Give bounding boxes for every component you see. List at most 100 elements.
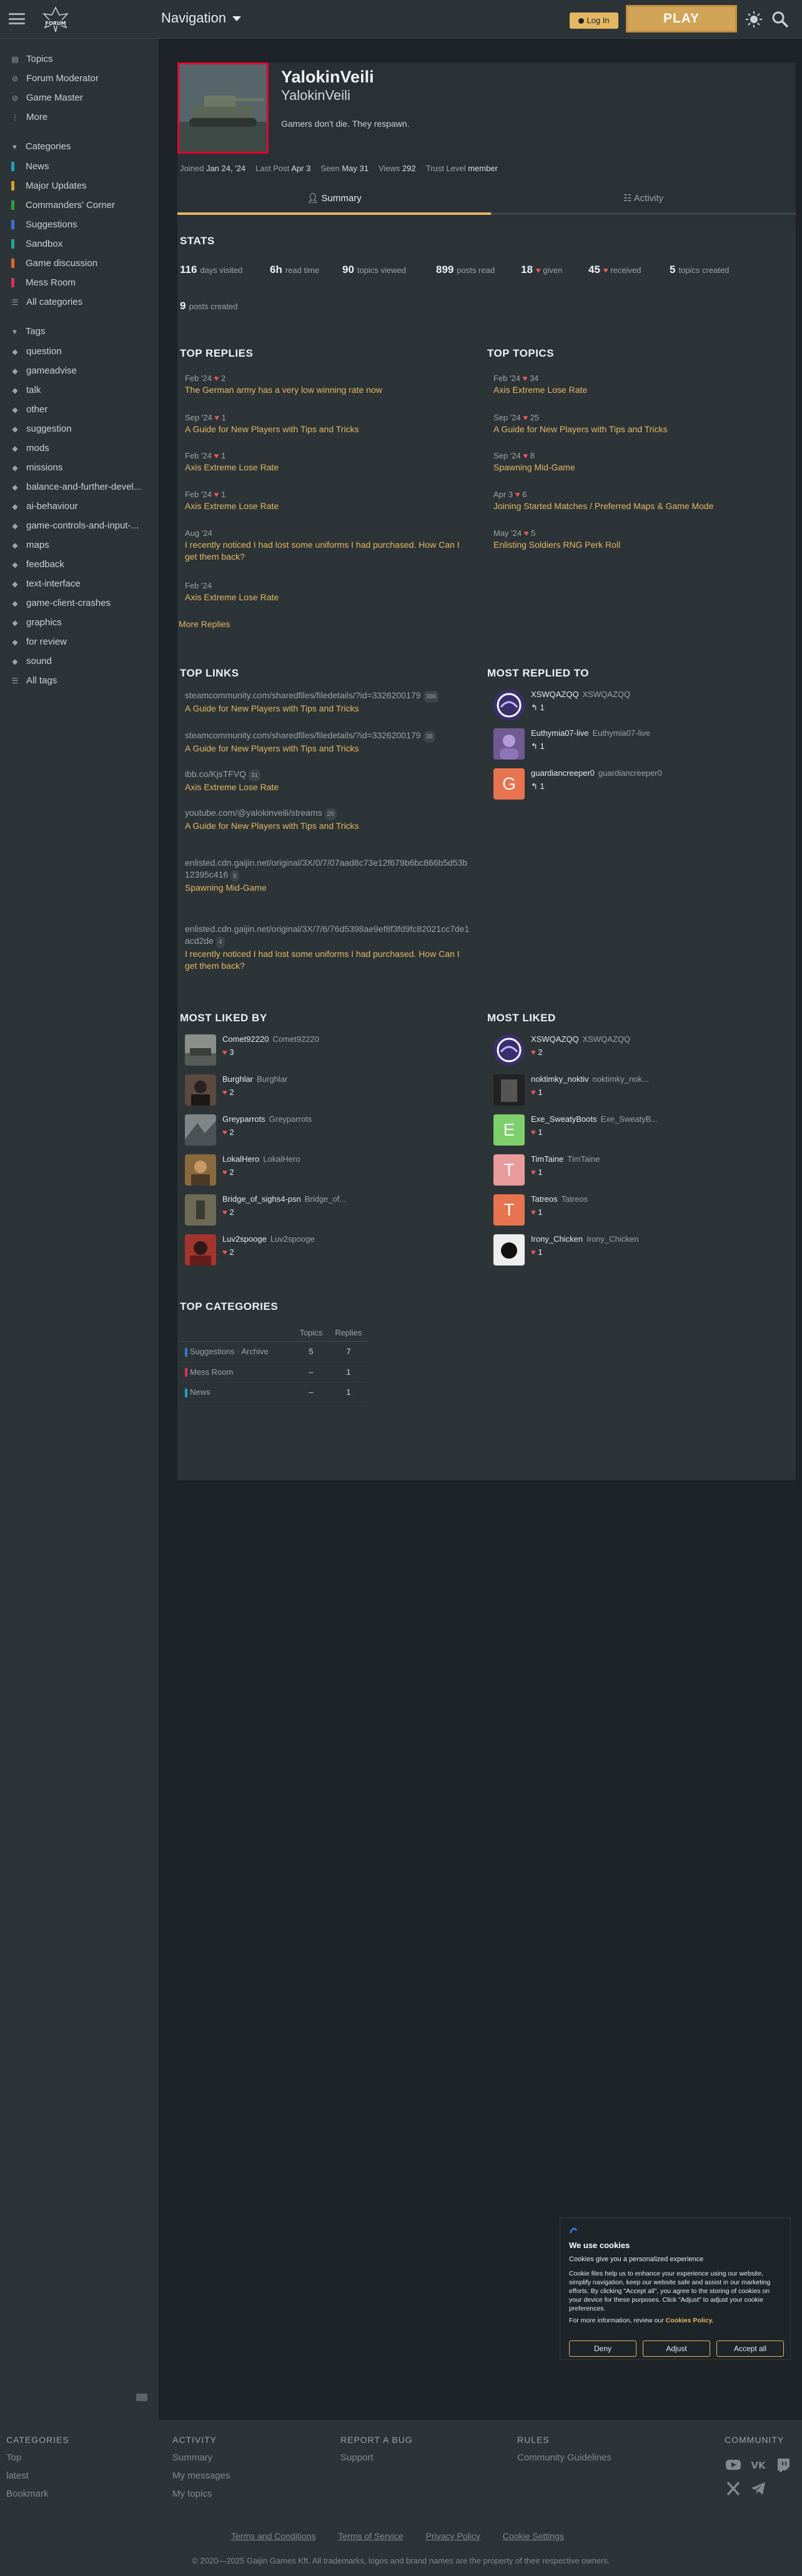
reply-item[interactable]: Aug '24 I recently noticed I had lost som… (185, 527, 472, 563)
footer-link-summary[interactable]: Summary (172, 2452, 230, 2463)
terms-service-link[interactable]: Terms of Service (338, 2531, 403, 2541)
sidebar-tag-missions[interactable]: ◆ missions (11, 462, 62, 473)
user-row[interactable]: noktimky_noktiv noktimky_nok... ♥ 1 (493, 1074, 649, 1106)
sidebar-item-game-master[interactable]: ⊘ Game Master (11, 92, 83, 103)
sidebar-item-game-discussion[interactable]: Game discussion (11, 258, 97, 269)
cookie-adjust-button[interactable]: Adjust (643, 2341, 710, 2357)
link-item[interactable]: steamcommunity.com/sharedfiles/filedetai… (185, 730, 472, 755)
theme-toggle-icon[interactable] (745, 11, 763, 28)
link-item[interactable]: ibb.co/KjsTFVQ 31 Axis Extreme Lose Rate (185, 768, 472, 793)
user-row[interactable]: T TimTaine TimTaine ♥ 1 (493, 1154, 600, 1186)
sidebar-tag-suggestion[interactable]: ◆ suggestion (11, 424, 71, 434)
sidebar-tag-game-client-crashes[interactable]: ◆ game-client-crashes (11, 598, 111, 608)
youtube-icon[interactable] (725, 2456, 742, 2474)
sidebar-tag-game-controls[interactable]: ◆ game-controls-and-input-... (11, 520, 139, 531)
footer-link-guidelines[interactable]: Community Guidelines (517, 2452, 611, 2463)
more-replies-link[interactable]: More Replies (179, 618, 230, 630)
topic-item[interactable]: Apr 3 ♥ 6 Joining Started Matches / Prefe… (493, 488, 781, 512)
keyboard-shortcuts-icon[interactable] (136, 2394, 147, 2401)
sidebar-tag-mods[interactable]: ◆ mods (11, 443, 49, 453)
table-row[interactable]: Suggestions · Archive 5 7 (180, 1341, 367, 1362)
forum-logo[interactable]: FORUM (39, 5, 72, 34)
footer-link-latest[interactable]: latest (6, 2470, 69, 2481)
footer-link-topics[interactable]: My topics (172, 2489, 230, 2499)
sidebar-item-mess-room[interactable]: Mess Room (11, 277, 76, 288)
topic-item[interactable]: May '24 ♥ 5 Enlisting Soldiers RNG Perk R… (493, 527, 781, 551)
cookie-policy-link[interactable]: Cookies Policy. (666, 2317, 714, 2324)
sidebar-tag-balance[interactable]: ◆ balance-and-further-devel... (11, 482, 141, 492)
user-row[interactable]: Comet92220 Comet92220 ♥ 3 (185, 1034, 319, 1066)
footer-link-top[interactable]: Top (6, 2452, 69, 2463)
sidebar-tag-maps[interactable]: ◆ maps (11, 540, 49, 550)
topic-item[interactable]: Feb '24 ♥ 34 Axis Extreme Lose Rate (493, 372, 781, 396)
user-row[interactable]: Irony_Chicken Irony_Chicken ♥ 1 (493, 1234, 638, 1266)
reply-item[interactable]: Sep '24 ♥ 1A Guide for New Players with … (185, 412, 472, 435)
link-item[interactable]: youtube.com/@yalokinveili/streams 20 A Gui… (185, 807, 472, 832)
sidebar-item-news[interactable]: News (11, 161, 49, 172)
sidebar-categories-header[interactable]: ▼ Categories (11, 141, 71, 152)
footer-link-messages[interactable]: My messages (172, 2470, 230, 2481)
sidebar-item-forum-moderator[interactable]: ⊘ Forum Moderator (11, 73, 99, 84)
privacy-policy-link[interactable]: Privacy Policy (426, 2531, 480, 2541)
avatar (185, 1114, 216, 1146)
sidebar-all-tags[interactable]: ☰ All tags (11, 675, 57, 686)
user-row[interactable]: XSWQAZQQ XSWQAZQQ ↰ 1 (493, 690, 630, 721)
user-row[interactable]: G guardiancreeper0 guardiancreeper0 ↰ 1 (493, 768, 662, 800)
sidebar-tag-question[interactable]: ◆ question (11, 346, 61, 357)
sidebar-item-major-updates[interactable]: Major Updates (11, 181, 87, 191)
sidebar-tag-for-review[interactable]: ◆ for review (11, 637, 67, 647)
terms-conditions-link[interactable]: Terms and Conditions (231, 2531, 315, 2541)
tab-summary[interactable]: 👤︎ Summary (177, 187, 491, 215)
user-row[interactable]: T Tatreos Tatreos ♥ 1 (493, 1194, 588, 1226)
sidebar-item-suggestions[interactable]: Suggestions (11, 219, 77, 230)
user-row[interactable]: Euthymia07-live Euthymia07-live ↰ 1 (493, 728, 650, 760)
twitch-icon[interactable] (775, 2456, 792, 2474)
table-row[interactable]: Mess Room –1 (180, 1362, 367, 1383)
search-icon[interactable] (771, 11, 789, 28)
user-row[interactable]: Bridge_of_sighs4-psn Bridge_of... ♥ 2 (185, 1194, 346, 1226)
navigation-dropdown[interactable]: Navigation (161, 10, 241, 26)
footer-link-bookmark[interactable]: Bookmark (6, 2489, 69, 2499)
telegram-icon[interactable] (750, 2480, 767, 2497)
sidebar-tag-text-interface[interactable]: ◆ text-interface (11, 578, 80, 589)
cookie-accept-button[interactable]: Accept all (716, 2341, 784, 2357)
sidebar-tag-talk[interactable]: ◆ talk (11, 385, 41, 395)
sidebar-item-more[interactable]: ⋮ More (11, 112, 47, 122)
link-item[interactable]: steamcommunity.com/sharedfiles/filedetai… (185, 690, 472, 715)
login-button[interactable]: Log In (570, 12, 618, 29)
cookie-deny-button[interactable]: Deny (569, 2341, 636, 2357)
tab-activity[interactable]: ☷ Activity (491, 187, 796, 215)
user-row[interactable]: Burghlar Burghlar ♥ 2 (185, 1074, 287, 1106)
x-icon[interactable] (725, 2480, 742, 2497)
hamburger-menu-button[interactable] (9, 11, 25, 26)
topic-item[interactable]: Sep '24 ♥ 25 A Guide for New Players with… (493, 412, 781, 435)
reply-item[interactable]: Feb '24 ♥ 2 The German army has a very lo… (185, 372, 472, 396)
sidebar-item-all-categories[interactable]: ☰ All categories (11, 297, 82, 307)
user-row[interactable]: LokalHero LokalHero ♥ 2 (185, 1154, 300, 1186)
user-row[interactable]: XSWQAZQQ XSWQAZQQ ♥ 2 (493, 1034, 630, 1066)
reply-item[interactable]: Feb '24 ♥ 1 Axis Extreme Lose Rate (185, 488, 472, 512)
cookie-settings-link[interactable]: Cookie Settings (503, 2531, 564, 2541)
play-button[interactable]: PLAY (626, 5, 737, 32)
vk-icon[interactable]: VK (750, 2456, 767, 2474)
sidebar-tag-graphics[interactable]: ◆ graphics (11, 617, 61, 628)
sidebar-tags-header[interactable]: ▼ Tags (11, 326, 46, 337)
sidebar-item-topics[interactable]: ▤ Topics (11, 54, 52, 64)
reply-item[interactable]: Feb '24 ♥ 1 Axis Extreme Lose Rate (185, 450, 472, 473)
topic-item[interactable]: Sep '24 ♥ 8 Spawning Mid-Game (493, 450, 781, 473)
sidebar-tag-other[interactable]: ◆ other (11, 404, 47, 415)
table-row[interactable]: News –1 (180, 1382, 367, 1403)
sidebar-tag-sound[interactable]: ◆ sound (11, 656, 52, 666)
user-row[interactable]: E Exe_SweatyBoots Exe_SweatyB... ♥ 1 (493, 1114, 658, 1146)
link-item[interactable]: enlisted.cdn.gaijin.net/original/3X/7/6/… (185, 923, 472, 972)
footer-link-support[interactable]: Support (340, 2452, 413, 2463)
link-item[interactable]: enlisted.cdn.gaijin.net/original/3X/0/7/… (185, 857, 472, 894)
sidebar-tag-ai-behaviour[interactable]: ◆ ai-behaviour (11, 501, 77, 512)
user-row[interactable]: Luv2spooge Luv2spooge ♥ 2 (185, 1234, 315, 1266)
sidebar-tag-feedback[interactable]: ◆ feedback (11, 559, 64, 570)
sidebar-item-commanders-corner[interactable]: Commanders' Corner (11, 200, 115, 211)
sidebar-tag-gameadvise[interactable]: ◆ gameadvise (11, 365, 77, 376)
user-row[interactable]: Greyparrots Greyparrots ♥ 2 (185, 1114, 312, 1146)
reply-item[interactable]: Feb '24 Axis Extreme Lose Rate (185, 580, 472, 603)
sidebar-item-sandbox[interactable]: Sandbox (11, 239, 62, 249)
